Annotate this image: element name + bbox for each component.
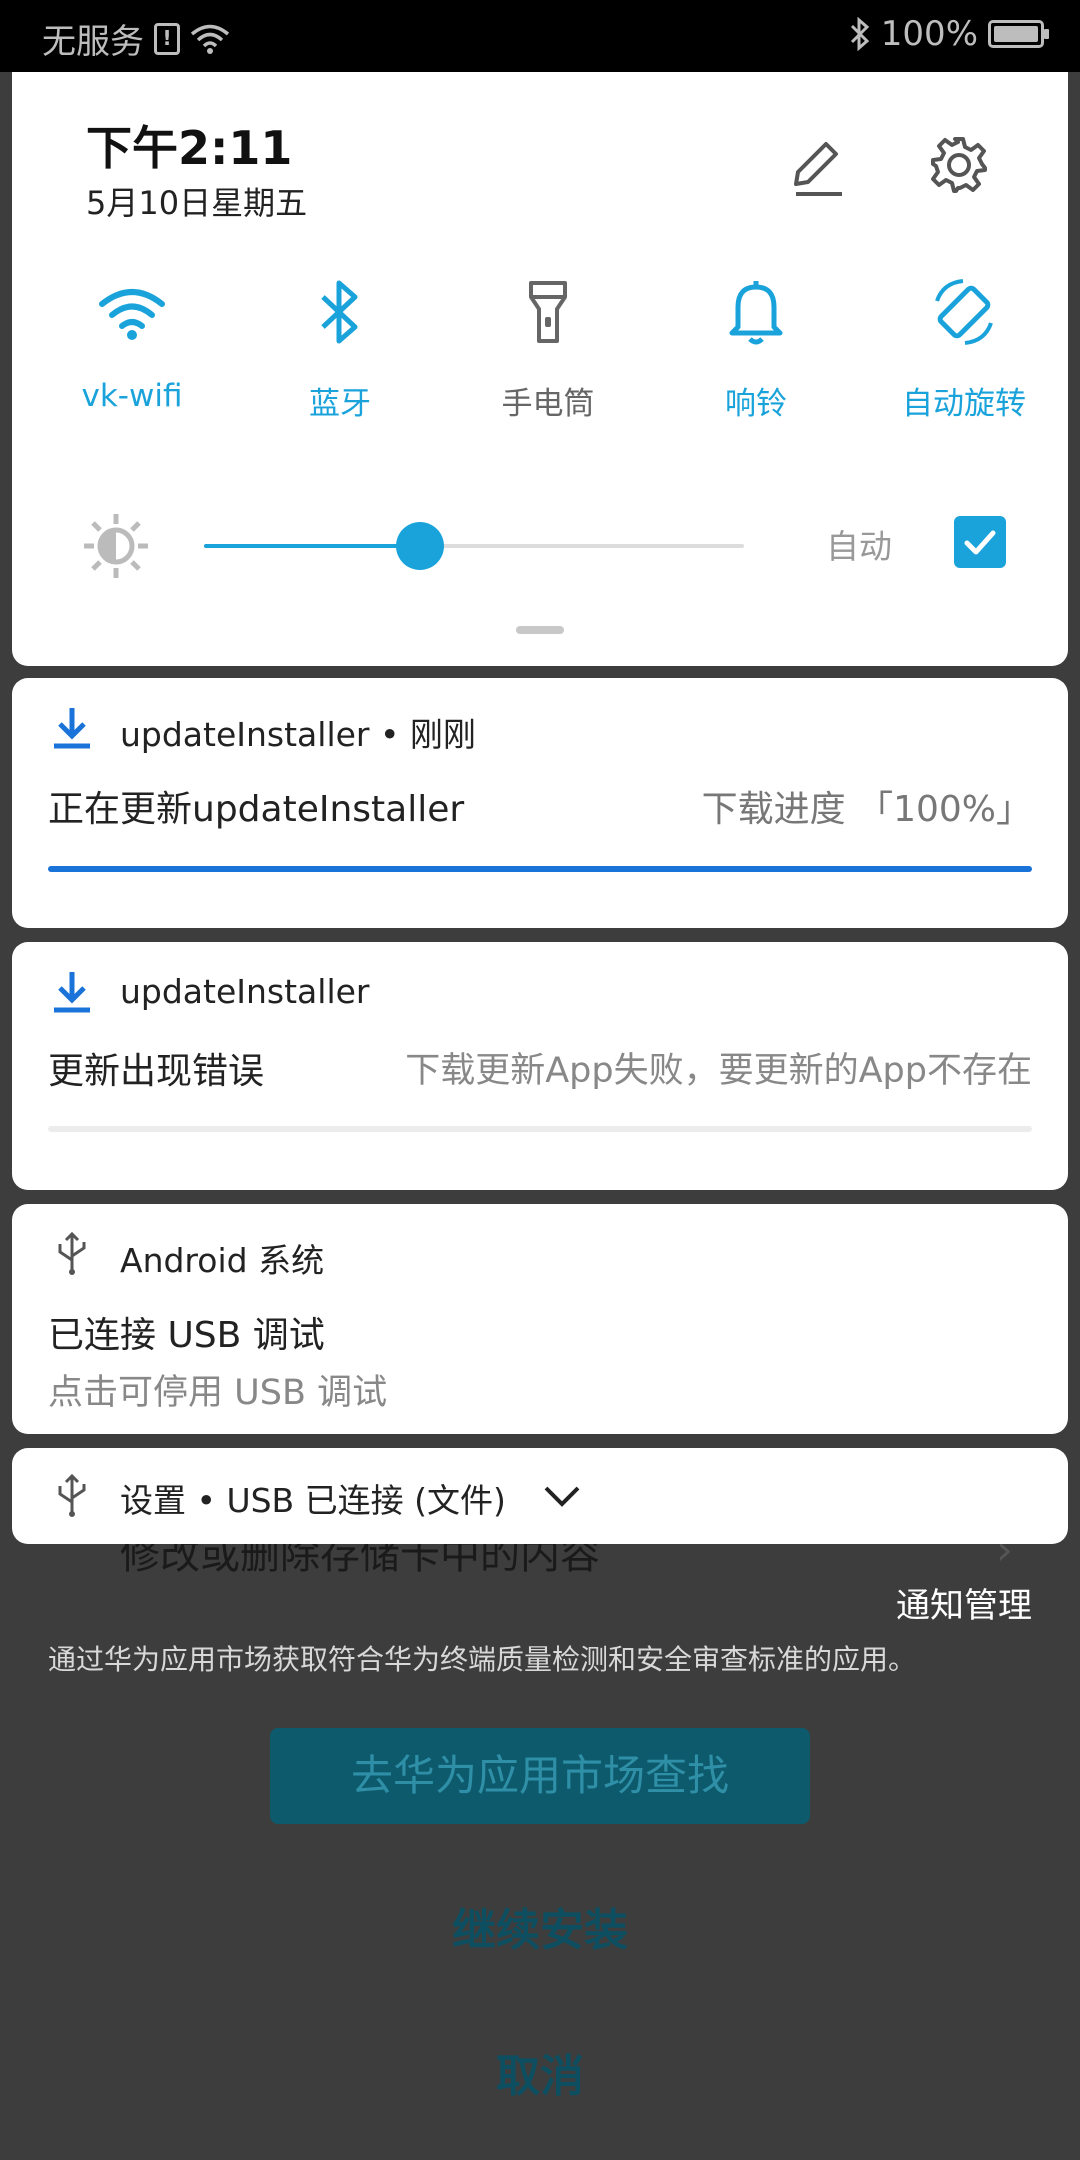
notification-app-name: updateInstaller • 刚刚 [120, 715, 476, 754]
auto-brightness-label: 自动 [826, 527, 892, 566]
bell-icon [729, 281, 783, 345]
notification-detail: 点击可停用 USB 调试 [48, 1373, 388, 1413]
tile-flashlight[interactable]: 手电筒 [448, 272, 648, 423]
tile-label-bluetooth: 蓝牙 [309, 386, 371, 422]
notification-usb-debugging[interactable]: Android 系统 已连接 USB 调试 点击可停用 USB 调试 [12, 1204, 1068, 1434]
brightness-slider[interactable] [204, 522, 744, 570]
usb-icon [58, 1231, 86, 1275]
notification-download-progress[interactable]: updateInstaller • 刚刚 正在更新updateInstaller… [12, 678, 1068, 928]
battery-icon [988, 20, 1049, 48]
notification-title: 更新出现错误 [48, 1051, 265, 1092]
pencil-icon [794, 142, 842, 196]
notification-management-link[interactable]: 通知管理 [896, 1578, 1032, 1627]
progress-fill [48, 866, 1032, 872]
wifi-status-icon [190, 24, 230, 54]
notification-app-name: 设置 • USB 已连接 (文件) [120, 1481, 506, 1520]
chevron-down-icon[interactable] [542, 1484, 582, 1510]
wifi-icon [99, 289, 165, 340]
notification-detail: 下载进度 「100%」 [701, 789, 1032, 830]
progress-track [48, 866, 1032, 872]
edit-tiles-button[interactable] [782, 132, 852, 202]
auto-brightness-checkbox[interactable] [954, 516, 1006, 568]
tile-label-wifi: vk-wifi [81, 378, 183, 414]
usb-icon [58, 1473, 86, 1517]
download-icon [54, 708, 90, 749]
tile-label-ringer: 响铃 [725, 386, 787, 422]
brightness-icon [84, 514, 148, 578]
bluetooth-status-icon [850, 17, 869, 51]
cancel-button: 取消 [496, 2051, 584, 2102]
quick-settings-panel: 下午2:11 5月10日星期五 vk-wifi 蓝牙 手电筒 响铃 自动旋转 自… [12, 72, 1068, 666]
notification-usb-connected[interactable]: 设置 • USB 已连接 (文件) [12, 1448, 1068, 1544]
sim-alert-icon: ! [154, 22, 180, 55]
slider-fill [204, 544, 420, 548]
tile-ringer[interactable]: 响铃 [656, 272, 856, 423]
notification-app-name: Android 系统 [120, 1241, 325, 1280]
bluetooth-icon [321, 280, 358, 344]
gear-icon [931, 137, 987, 193]
bg-description: 通过华为应用市场获取符合华为终端质量检测和安全审查标准的应用。 [48, 1643, 917, 1676]
clock-time: 下午2:11 [86, 121, 293, 175]
notification-app-name: updateInstaller [120, 972, 370, 1011]
notification-detail: 下载更新App失败，要更新的App不存在 [405, 1051, 1032, 1091]
tile-label-auto-rotate: 自动旋转 [902, 386, 1026, 422]
tile-label-flashlight: 手电筒 [501, 386, 595, 422]
notification-title: 正在更新updateInstaller [48, 789, 465, 830]
battery-percent: 100% [880, 14, 978, 54]
slider-thumb[interactable] [396, 522, 444, 570]
tile-bluetooth[interactable]: 蓝牙 [240, 272, 440, 423]
tile-auto-rotate[interactable]: 自动旋转 [864, 272, 1064, 423]
progress-track [48, 1126, 1032, 1132]
carrier-label: 无服务 [42, 22, 144, 62]
continue-install-button: 继续安装 [452, 1905, 628, 1956]
status-bar: 无服务 ! 100% [0, 0, 1080, 72]
notification-title: 已连接 USB 调试 [48, 1315, 325, 1356]
auto-rotate-icon [935, 279, 993, 345]
panel-drag-handle[interactable] [516, 626, 564, 634]
clock-date: 5月10日星期五 [86, 184, 308, 222]
huawei-market-button: 去华为应用市场查找 [270, 1728, 810, 1824]
checkmark-icon [964, 530, 996, 555]
notification-update-error[interactable]: updateInstaller 更新出现错误 下载更新App失败，要更新的App… [12, 942, 1068, 1190]
flashlight-icon [529, 281, 567, 343]
download-icon [54, 972, 90, 1013]
settings-button[interactable] [924, 130, 994, 200]
tile-wifi[interactable]: vk-wifi [32, 272, 232, 414]
